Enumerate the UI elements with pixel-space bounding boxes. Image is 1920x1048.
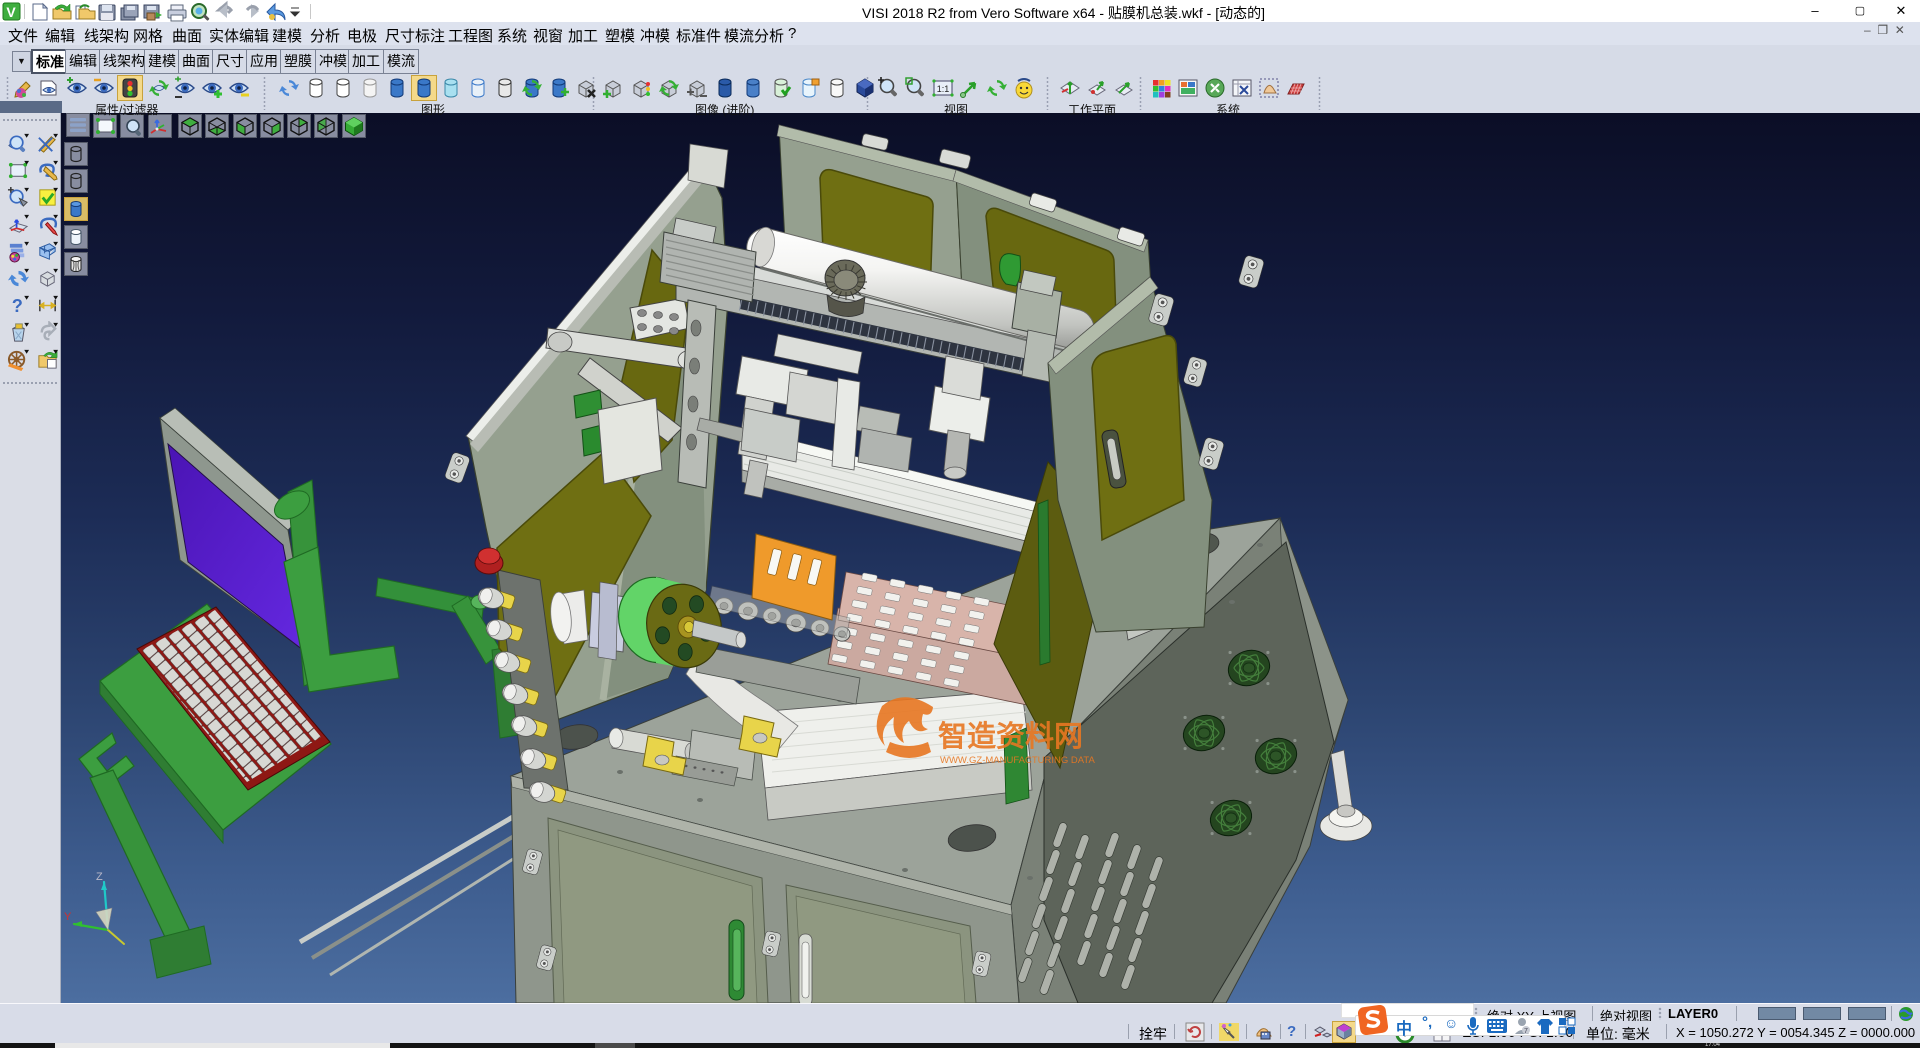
svg-text:7: 7 [1524, 1028, 1528, 1035]
svg-text:Z: Z [96, 871, 103, 883]
svg-text:WWW.GZ-MANUFACTURING DATA: WWW.GZ-MANUFACTURING DATA [940, 755, 1095, 766]
svg-text:?: ? [12, 296, 23, 316]
svg-text:V: V [6, 4, 16, 20]
svg-text:1:1: 1:1 [937, 84, 950, 94]
svg-text:Y: Y [64, 911, 72, 923]
svg-text:智造资料网: 智造资料网 [938, 720, 1083, 753]
